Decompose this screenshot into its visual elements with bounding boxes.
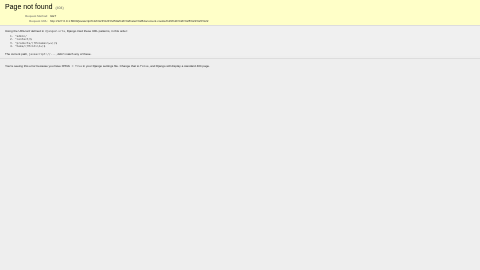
current-path-post: , didn't match any of these.	[55, 51, 92, 56]
urlconf-intro-post: , Django tried these URL patterns, in th…	[65, 29, 128, 33]
error-summary: Page not found (404) Request Method: GET…	[0, 0, 480, 26]
urlconf-intro: Using the URLconf defined in django2.url…	[5, 29, 475, 34]
url-pattern-item: ^home/(?P<id>\d+)$	[15, 45, 475, 49]
request-url-label: Request URL:	[29, 19, 48, 23]
false-value: False	[140, 64, 149, 69]
explanation-part-1: You're seeing this error because you hav…	[5, 64, 61, 69]
request-url-value: http://127.0.0.1:8000/javascript%3A%2F%2…	[50, 19, 209, 23]
current-path-pre: The current path,	[5, 51, 28, 56]
urlconf-name: django2.urls	[44, 29, 66, 33]
url-patterns-list: ^admin/ ^contact/$ ^products/(?P<name>\w…	[5, 34, 475, 49]
current-path-message: The current path, javascript://..., didn…	[5, 52, 475, 57]
current-path: javascript://...	[28, 51, 56, 56]
debug-explanation: You're seeing this error because you hav…	[0, 58, 480, 74]
status-code: (404)	[55, 6, 64, 10]
explanation-text: You're seeing this error because you hav…	[5, 64, 475, 68]
request-url-row: Request URL: http://127.0.0.1:8000/javas…	[13, 19, 208, 24]
page-title-text: Page not found	[5, 4, 53, 11]
request-meta-table: Request Method: GET Request URL: http://…	[13, 14, 208, 24]
page-title: Page not found (404)	[5, 3, 475, 13]
error-info: Using the URLconf defined in django2.url…	[0, 26, 480, 57]
explanation-part-3: , and Django will display a standard 404…	[148, 64, 210, 69]
explanation-part-2: in your Django settings file. Change tha…	[82, 64, 140, 69]
debug-setting: DEBUG = True	[61, 64, 82, 69]
urlconf-intro-pre: Using the URLconf defined in	[5, 29, 45, 33]
